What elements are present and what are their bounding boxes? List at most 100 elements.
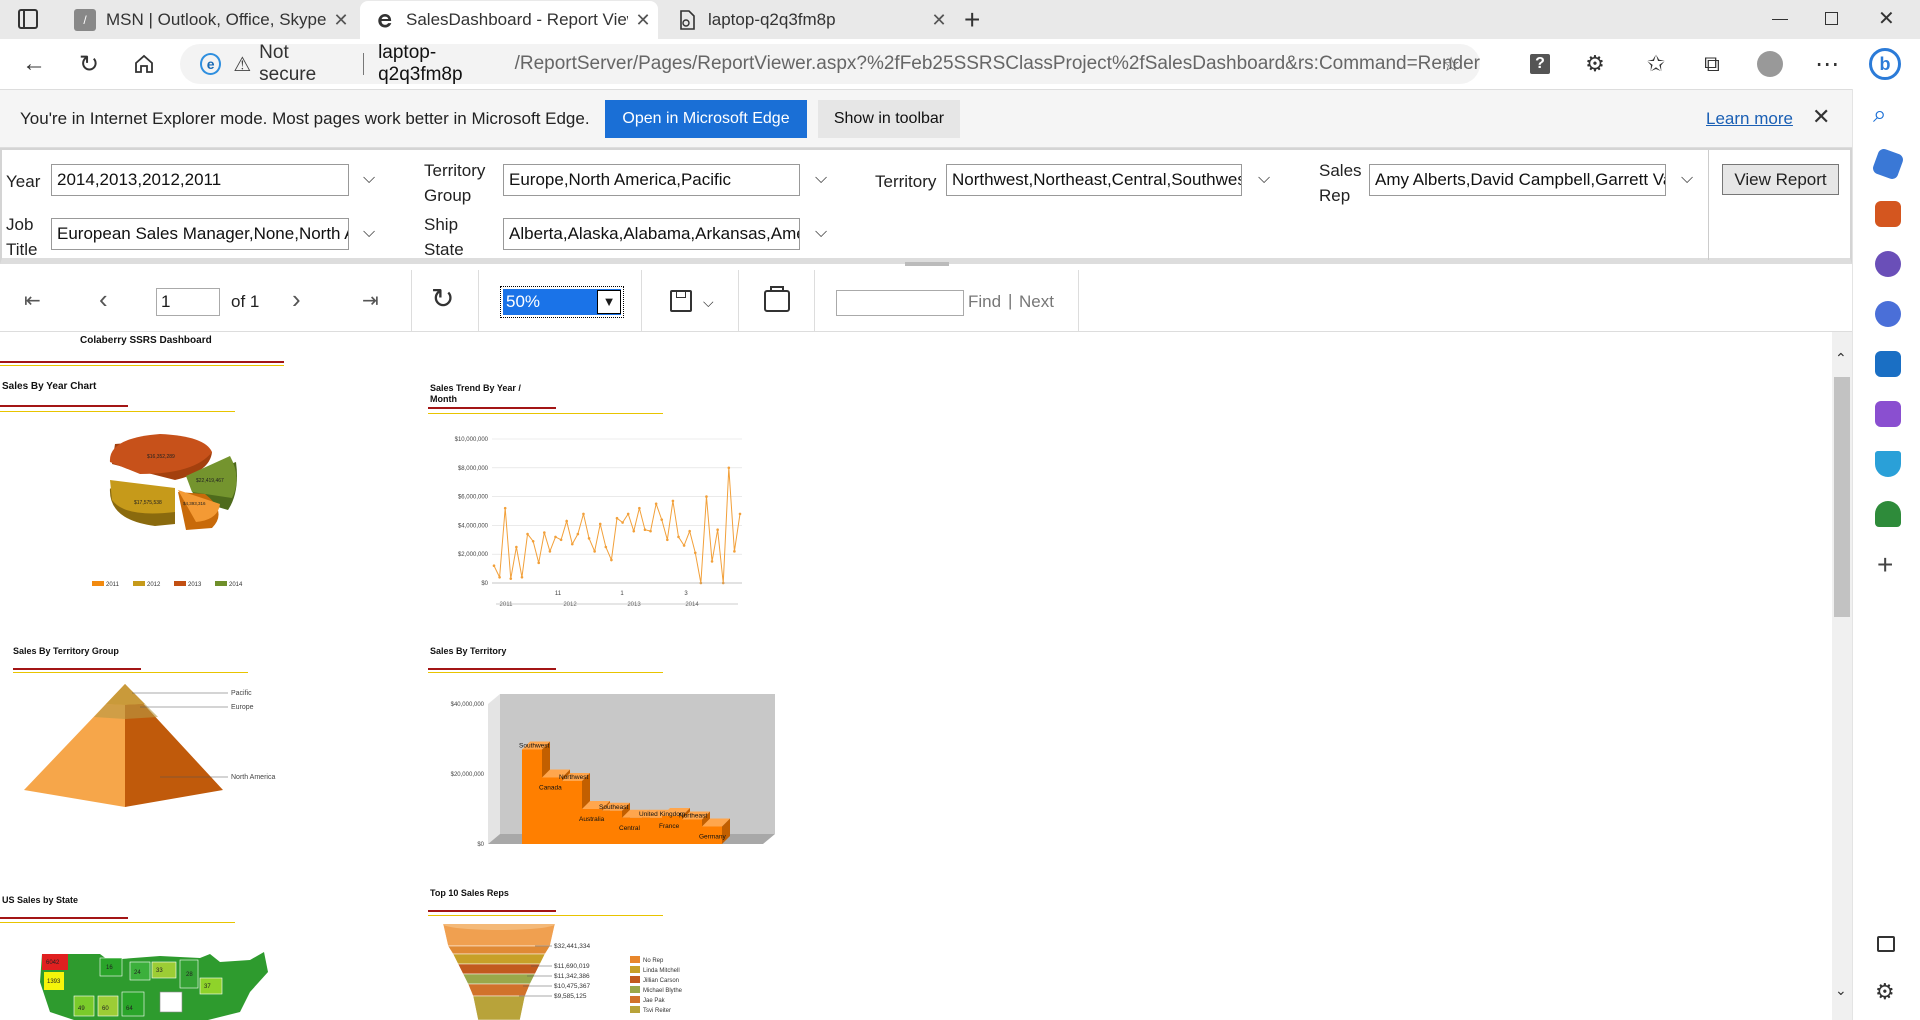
chevron-down-icon[interactable]: ⌵ [815, 224, 827, 242]
funnel-value-label: $10,475,367 [554, 983, 591, 990]
scroll-down-icon[interactable]: ⌄ [1835, 982, 1847, 999]
back-icon[interactable]: ← [15, 45, 53, 83]
chevron-down-icon[interactable]: ⌵ [363, 224, 375, 242]
outlook-icon[interactable] [1875, 351, 1901, 377]
tree-icon[interactable] [1875, 501, 1901, 527]
shopping-icon[interactable] [1871, 147, 1905, 181]
refresh-icon[interactable]: ↻ [70, 45, 108, 83]
url-box[interactable]: e ⚠ Not secure laptop-q2q3fm8p/ReportSer… [180, 42, 1480, 86]
search-icon[interactable]: ⌕ [1873, 101, 1886, 129]
learn-more-link[interactable]: Learn more [1706, 109, 1793, 129]
territory-group-input[interactable]: Europe,North America,Pacific [503, 164, 800, 196]
designer-icon[interactable] [1875, 401, 1901, 427]
report-scrollbar[interactable]: ⌃ ⌄ [1832, 332, 1852, 1020]
section-underline [428, 910, 556, 912]
find-link[interactable]: Find [968, 292, 1001, 312]
report-canvas: Colaberry SSRS Dashboard Sales By Year C… [0, 332, 1832, 1020]
bing-icon[interactable]: b [1866, 45, 1904, 83]
sidebar-toggle-icon[interactable] [1877, 936, 1895, 952]
tab-laptop[interactable]: laptop-q2q3fm8p ✕ [662, 1, 954, 39]
map-label: 1393 [47, 979, 61, 985]
chevron-down-icon[interactable]: ⌵ [1258, 170, 1270, 188]
bar-label: France [659, 823, 680, 830]
bar [562, 781, 582, 844]
view-report-button[interactable]: View Report [1722, 164, 1839, 195]
security-label[interactable]: Not secure [259, 42, 347, 86]
extensions-icon[interactable]: ⚙ [1576, 45, 1614, 83]
bar-label: Southwest [519, 743, 550, 750]
trend-point [610, 558, 613, 562]
new-tab-button[interactable]: + [964, 4, 980, 36]
bar-label: Canada [539, 785, 562, 792]
close-icon[interactable]: ✕ [1812, 104, 1830, 130]
label-line: Territory [424, 161, 486, 180]
report-parameters: Year 2014,2013,2012,2011 ⌵ Territory Grou… [0, 148, 1852, 266]
tab-actions-icon[interactable] [18, 9, 38, 29]
scroll-thumb[interactable] [1834, 377, 1850, 617]
save-icon[interactable] [670, 290, 692, 312]
favorite-add-icon[interactable]: ☆ [1442, 52, 1460, 77]
add-icon[interactable]: + [1877, 549, 1893, 581]
pyramid-label: Europe [231, 704, 254, 711]
last-page-icon[interactable]: ⇥ [362, 288, 379, 313]
collections-icon[interactable]: ⧉ [1693, 45, 1731, 83]
territory-input[interactable]: Northwest,Northeast,Central,Southwest, [946, 164, 1242, 196]
zoom-select[interactable]: 50% ▼ [500, 286, 624, 318]
trend-point [604, 545, 608, 549]
more-options-icon[interactable]: ⋯ [1808, 45, 1846, 83]
print-icon[interactable] [764, 286, 790, 312]
trend-point [565, 519, 568, 523]
previous-page-icon[interactable]: ‹ [99, 284, 108, 315]
chevron-down-icon[interactable]: ⌵ [363, 170, 375, 188]
bar-label: Southeast [599, 804, 628, 811]
close-window-icon[interactable]: ✕ [1878, 6, 1895, 31]
trend-point [548, 550, 552, 553]
page-number-input[interactable]: 1 [156, 288, 220, 316]
zoom-select-inner[interactable]: 50% ▼ [503, 289, 621, 315]
close-icon[interactable]: ✕ [924, 10, 954, 31]
label-line: Job [6, 215, 34, 234]
ship-state-label: Ship State [424, 212, 464, 262]
tools-icon[interactable] [1875, 201, 1901, 227]
collapse-params-handle[interactable] [905, 262, 949, 266]
open-in-edge-button[interactable]: Open in Microsoft Edge [605, 100, 807, 138]
tab-msn[interactable]: / MSN | Outlook, Office, Skype, Bing ✕ [60, 1, 356, 39]
warning-icon: ⚠ [233, 53, 252, 76]
find-input[interactable] [836, 290, 964, 316]
favorites-icon[interactable]: ✩ [1637, 45, 1675, 83]
close-icon[interactable]: ✕ [326, 10, 356, 31]
chevron-down-icon[interactable]: ▼ [597, 290, 621, 314]
restore-icon[interactable] [1825, 12, 1838, 25]
job-title-input[interactable]: European Sales Manager,None,North Americ… [51, 218, 349, 250]
close-icon[interactable]: ✕ [628, 10, 658, 31]
games-icon[interactable] [1875, 251, 1901, 277]
show-in-toolbar-button[interactable]: Show in toolbar [818, 100, 960, 138]
home-icon[interactable] [125, 45, 163, 83]
top10-chart: $32,441,334 $11,690,019 $11,342,386 $10,475… [442, 924, 683, 1020]
refresh-report-icon[interactable]: ↻ [431, 282, 454, 315]
trend-x-axis: 11 1 32011 2012 2013 2014 [492, 582, 742, 608]
url-divider [363, 53, 365, 75]
chevron-down-icon[interactable]: ⌵ [1681, 170, 1693, 188]
top10-title: Top 10 Sales Reps [430, 888, 509, 898]
sales-rep-input[interactable]: Amy Alberts,David Campbell,Garrett Varga… [1369, 164, 1666, 196]
find-separator: | [1008, 291, 1013, 310]
profile-avatar[interactable] [1751, 45, 1789, 83]
first-page-icon[interactable]: ⇤ [24, 288, 41, 313]
year-input[interactable]: 2014,2013,2012,2011 [51, 164, 349, 196]
chevron-down-icon[interactable]: ⌵ [815, 170, 827, 188]
minimize-icon[interactable] [1772, 19, 1788, 20]
scroll-up-icon[interactable]: ⌃ [1835, 350, 1847, 367]
ship-state-input[interactable]: Alberta,Alaska,Alabama,Arkansas,American [503, 218, 800, 250]
help-icon[interactable]: ? [1521, 45, 1559, 83]
ie-mode-icon[interactable]: e [200, 53, 222, 75]
next-page-icon[interactable]: › [292, 284, 301, 315]
trend-point [509, 577, 513, 580]
next-link[interactable]: Next [1019, 292, 1054, 312]
chevron-down-icon[interactable]: ⌵ [703, 294, 714, 311]
tab-sales-dashboard[interactable]: SalesDashboard - Report Viewer ✕ [360, 1, 658, 39]
settings-icon[interactable]: ⚙ [1875, 979, 1895, 1005]
territory-chart: $0 $20,000,000 $40,000,000 Southwest Canada… [451, 694, 775, 848]
copilot-icon[interactable] [1875, 301, 1901, 327]
send-icon[interactable] [1875, 451, 1901, 477]
